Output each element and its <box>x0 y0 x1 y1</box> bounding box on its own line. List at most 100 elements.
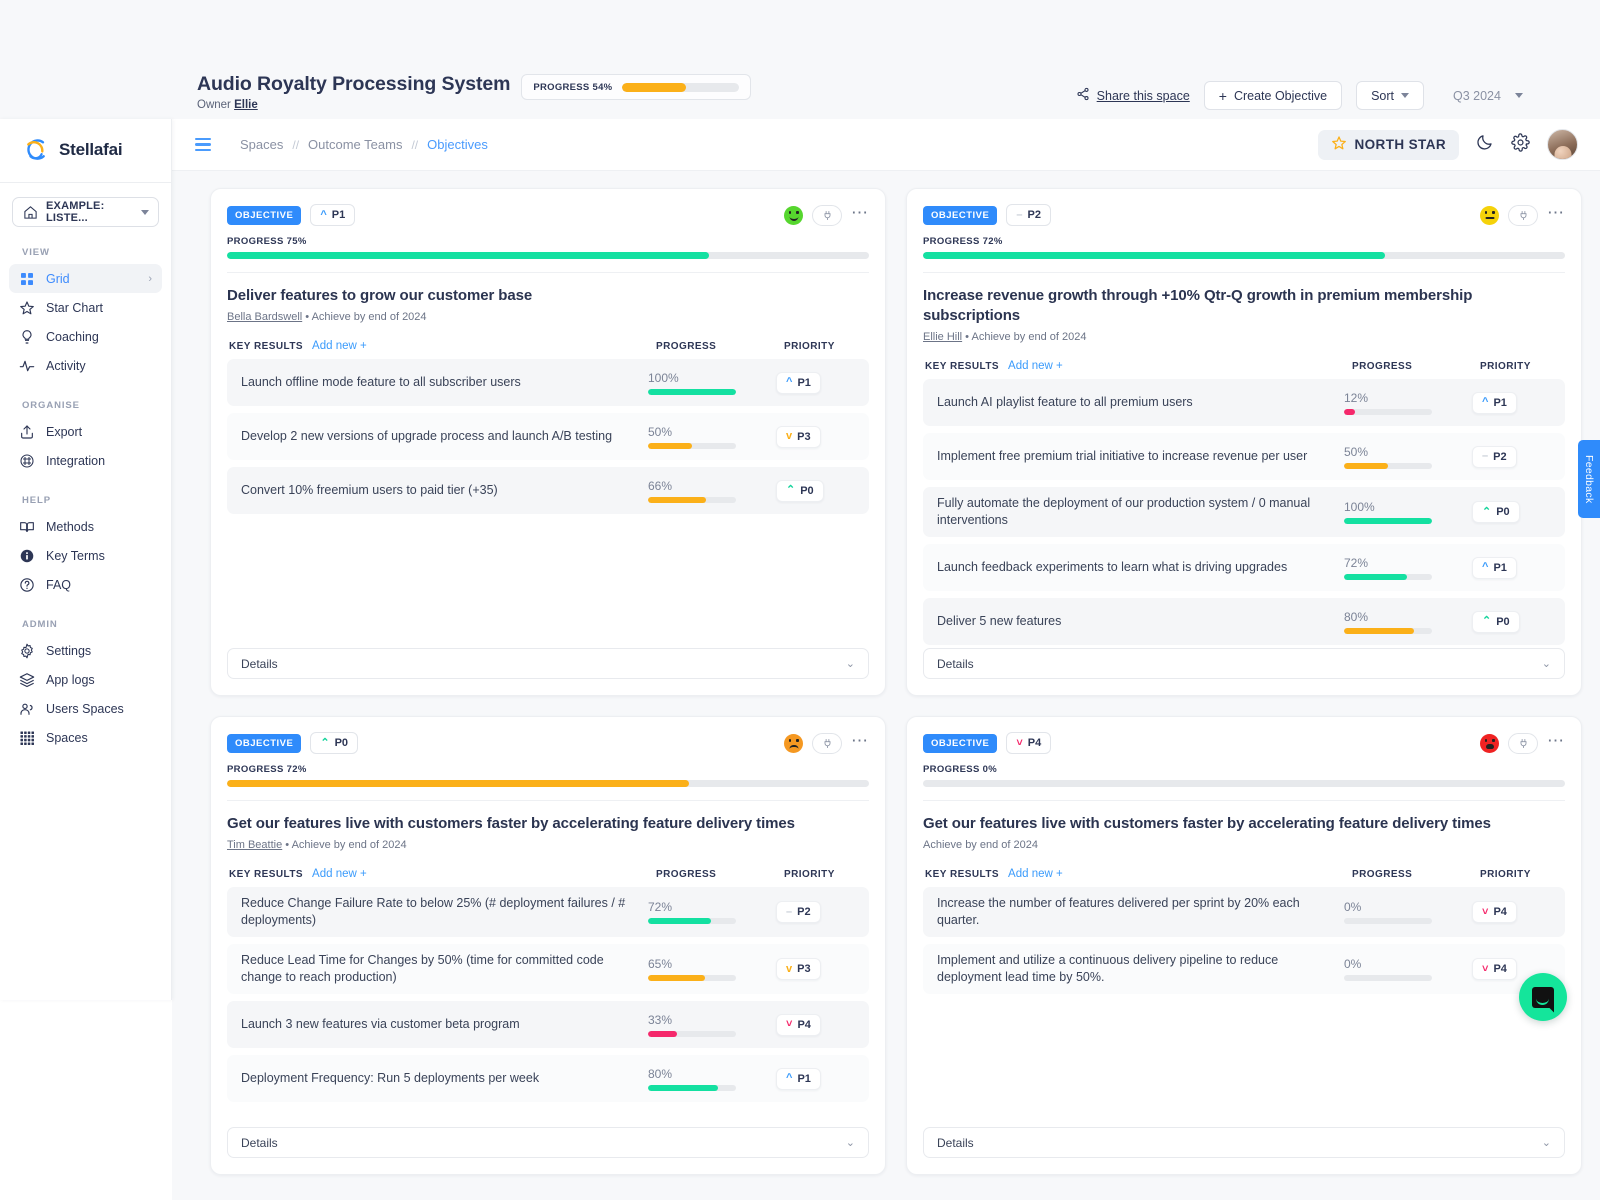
sidebar-item-settings[interactable]: Settings <box>9 636 162 665</box>
priority-chip[interactable]: ^ P1 <box>776 371 821 394</box>
objective-title[interactable]: Get our features live with customers fas… <box>923 814 1565 834</box>
key-result-priority[interactable]: v P3 <box>776 958 859 980</box>
mood-happy-icon[interactable] <box>784 205 803 225</box>
card-more-menu-icon[interactable]: ⋯ <box>851 732 869 751</box>
add-new-key-result-button[interactable]: Add new + <box>1008 868 1063 880</box>
objective-owner[interactable]: Tim Beattie <box>227 839 282 851</box>
sort-button[interactable]: Sort <box>1356 81 1424 110</box>
objective-priority-chip[interactable]: ˅ P4 <box>1006 732 1052 754</box>
key-result-priority[interactable]: ˅ P4 <box>1472 901 1555 923</box>
key-result-priority[interactable]: – P2 <box>776 901 859 923</box>
key-result-row[interactable]: Fully automate the deployment of our pro… <box>923 487 1565 537</box>
sidebar-item-star-chart[interactable]: Star Chart <box>9 293 162 322</box>
key-result-row[interactable]: Launch feedback experiments to learn wha… <box>923 544 1565 591</box>
sidebar-item-grid[interactable]: Grid › <box>9 264 162 293</box>
objective-priority-chip[interactable]: ^ P1 <box>310 204 356 226</box>
quarter-select[interactable]: Q3 2024 <box>1438 81 1538 110</box>
key-result-priority[interactable]: ⌃ P0 <box>1472 501 1555 523</box>
dark-mode-icon[interactable] <box>1476 133 1494 156</box>
objective-owner[interactable]: Ellie Hill <box>923 331 962 343</box>
key-result-priority[interactable]: – P2 <box>1472 445 1555 468</box>
sidebar-item-spaces[interactable]: Spaces <box>9 723 162 752</box>
breadcrumb-objectives[interactable]: Objectives <box>427 137 488 152</box>
mood-angry-icon[interactable] <box>1480 733 1499 753</box>
objective-title[interactable]: Get our features live with customers fas… <box>227 814 869 834</box>
priority-chip[interactable]: ⌃ P0 <box>776 479 824 502</box>
plug-button[interactable] <box>1508 204 1538 226</box>
create-objective-button[interactable]: + Create Objective <box>1203 81 1343 110</box>
menu-toggle-icon[interactable] <box>195 137 211 152</box>
key-result-row[interactable]: Reduce Change Failure Rate to below 25% … <box>227 887 869 937</box>
priority-chip[interactable]: ^ P1 <box>1472 391 1517 414</box>
breadcrumb-spaces[interactable]: Spaces <box>240 137 283 152</box>
priority-chip[interactable]: ˅ P4 <box>1472 958 1517 980</box>
details-toggle[interactable]: Details ⌄ <box>923 1127 1565 1158</box>
owner-name-link[interactable]: Ellie <box>234 99 258 111</box>
space-selector[interactable]: EXAMPLE: LISTE... <box>12 197 159 227</box>
sidebar-item-key-terms[interactable]: Key Terms <box>9 541 162 570</box>
key-result-row[interactable]: Launch AI playlist feature to all premiu… <box>923 379 1565 426</box>
priority-chip[interactable]: v P3 <box>776 958 821 980</box>
key-result-priority[interactable]: ^ P1 <box>776 1067 859 1090</box>
priority-chip[interactable]: ⌃ P0 <box>1472 501 1520 523</box>
key-result-priority[interactable]: v P3 <box>776 425 859 448</box>
objective-priority-chip[interactable]: ⌃ P0 <box>310 732 359 754</box>
priority-chip[interactable]: ^ P1 <box>1472 556 1517 579</box>
key-result-priority[interactable]: ˅ P4 <box>776 1013 859 1036</box>
key-result-row[interactable]: Develop 2 new versions of upgrade proces… <box>227 413 869 460</box>
share-this-space-button[interactable]: Share this space <box>1076 87 1190 104</box>
key-result-priority[interactable]: ^ P1 <box>1472 391 1555 414</box>
add-new-key-result-button[interactable]: Add new + <box>312 340 367 352</box>
card-more-menu-icon[interactable]: ⋯ <box>851 204 869 223</box>
priority-chip[interactable]: v P3 <box>776 425 821 448</box>
sidebar-item-integration[interactable]: Integration <box>9 446 162 475</box>
priority-chip[interactable]: – P2 <box>1472 445 1517 468</box>
card-more-menu-icon[interactable]: ⋯ <box>1547 204 1565 223</box>
sidebar-item-activity[interactable]: Activity <box>9 351 162 380</box>
priority-chip[interactable]: ^ P1 <box>776 1067 821 1090</box>
details-toggle[interactable]: Details ⌄ <box>227 648 869 679</box>
north-star-button[interactable]: NORTH STAR <box>1317 129 1459 160</box>
add-new-key-result-button[interactable]: Add new + <box>1008 360 1063 372</box>
breadcrumb-outcome-teams[interactable]: Outcome Teams <box>308 137 402 152</box>
key-result-row[interactable]: Increase the number of features delivere… <box>923 887 1565 937</box>
objective-owner[interactable]: Bella Bardswell <box>227 311 302 323</box>
feedback-tab[interactable]: Feedback <box>1578 440 1600 518</box>
priority-chip[interactable]: ˅ P4 <box>776 1013 821 1036</box>
key-result-row[interactable]: Convert 10% freemium users to paid tier … <box>227 467 869 514</box>
details-toggle[interactable]: Details ⌄ <box>227 1127 869 1158</box>
card-more-menu-icon[interactable]: ⋯ <box>1547 732 1565 751</box>
chat-support-button[interactable] <box>1519 973 1567 1021</box>
plug-button[interactable] <box>812 732 842 754</box>
key-result-row[interactable]: Implement free premium trial initiative … <box>923 433 1565 480</box>
mood-sad-icon[interactable] <box>784 733 803 753</box>
avatar[interactable] <box>1547 129 1578 160</box>
sidebar-item-app-logs[interactable]: App logs <box>9 665 162 694</box>
key-result-row[interactable]: Reduce Lead Time for Changes by 50% (tim… <box>227 944 869 994</box>
sidebar-item-methods[interactable]: Methods <box>9 512 162 541</box>
priority-chip[interactable]: ˅ P4 <box>1472 901 1517 923</box>
details-toggle[interactable]: Details ⌄ <box>923 648 1565 679</box>
key-result-row[interactable]: Deployment Frequency: Run 5 deployments … <box>227 1055 869 1102</box>
key-result-priority[interactable]: ^ P1 <box>776 371 859 394</box>
key-result-priority[interactable]: ^ P1 <box>1472 556 1555 579</box>
sidebar-item-faq[interactable]: FAQ <box>9 570 162 599</box>
key-result-row[interactable]: Launch offline mode feature to all subsc… <box>227 359 869 406</box>
plug-button[interactable] <box>1508 732 1538 754</box>
mood-neutral-icon[interactable] <box>1480 205 1499 225</box>
key-result-row[interactable]: Deliver 5 new features 80% ⌃ P0 <box>923 598 1565 645</box>
plug-button[interactable] <box>812 204 842 226</box>
brand-logo[interactable]: Stellafai <box>0 119 171 182</box>
objective-priority-chip[interactable]: – P2 <box>1006 204 1051 226</box>
gear-icon[interactable] <box>1511 132 1530 157</box>
sidebar-item-users-spaces[interactable]: Users Spaces <box>9 694 162 723</box>
key-result-row[interactable]: Implement and utilize a continuous deliv… <box>923 944 1565 994</box>
key-result-priority[interactable]: ⌃ P0 <box>1472 610 1555 633</box>
priority-chip[interactable]: ⌃ P0 <box>1472 610 1520 633</box>
add-new-key-result-button[interactable]: Add new + <box>312 868 367 880</box>
sidebar-item-coaching[interactable]: Coaching <box>9 322 162 351</box>
key-result-priority[interactable]: ⌃ P0 <box>776 479 859 502</box>
priority-chip[interactable]: – P2 <box>776 901 821 923</box>
objective-title[interactable]: Increase revenue growth through +10% Qtr… <box>923 286 1565 326</box>
sidebar-item-export[interactable]: Export <box>9 417 162 446</box>
